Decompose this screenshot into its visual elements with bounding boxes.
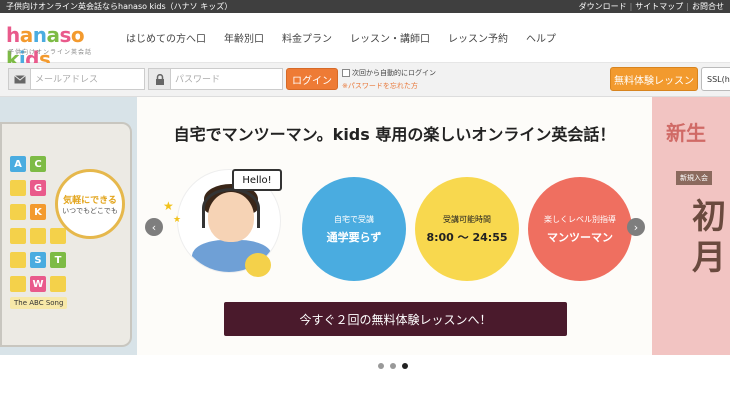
slider-next-arrow[interactable]: › bbox=[627, 218, 645, 236]
feature-circle-hours: 受講可能時間 8:00 〜 24:55 bbox=[415, 177, 519, 281]
letter-tile: G bbox=[30, 180, 46, 196]
sitemap-link[interactable]: サイトマップ bbox=[635, 0, 683, 13]
feature-caption: 楽しくレベル別指導 bbox=[544, 214, 616, 224]
feature-circle-one-on-one: 楽しくレベル別指導 マンツーマン bbox=[528, 177, 632, 281]
top-bar: 子供向けオンライン英会話ならhanaso kids（ハナソ キッズ） ダウンロー… bbox=[0, 0, 730, 13]
hero-headline: 自宅でマンツーマン。kids 専用の楽しいオンライン英会話！ bbox=[173, 125, 616, 144]
star-icon: ★ bbox=[163, 199, 174, 213]
next-slide-big-text: 初月 bbox=[692, 197, 726, 278]
feature-highlight: マンツーマン bbox=[547, 230, 613, 244]
lock-icon bbox=[149, 69, 171, 89]
site-logo[interactable]: hanaso kids 子供向けオンライン英会話 bbox=[6, 23, 114, 71]
nav-item-pricing[interactable]: 料金プラン bbox=[282, 30, 332, 45]
slider-dot-3-active[interactable] bbox=[402, 363, 408, 369]
slider-dot-1[interactable] bbox=[378, 363, 384, 369]
picture-tile bbox=[10, 204, 26, 220]
letter-tile: S bbox=[30, 252, 46, 268]
letter-tile: W bbox=[30, 276, 46, 292]
login-bar: ログイン 次回から自動的にログイン ※パスワードを忘れた方 無料体験レッスン S… bbox=[0, 63, 730, 97]
autologin-label: 次回から自動的にログイン bbox=[352, 69, 436, 77]
feature-circle-no-commute: 自宅で受講 通学要らず bbox=[302, 177, 406, 281]
email-input[interactable] bbox=[35, 71, 140, 87]
prev-slide-preview[interactable]: A C G K S T W 気軽にできる いつでもどこでも The ABC So… bbox=[0, 97, 137, 355]
picture-tile bbox=[10, 252, 26, 268]
site-tagline: 子供向けオンライン英会話ならhanaso kids（ハナソ キッズ） bbox=[6, 2, 233, 11]
nav-item-lesson-booking[interactable]: レッスン予約 bbox=[448, 30, 508, 45]
hello-speech-bubble: Hello! bbox=[232, 169, 282, 191]
tablet-illustration: A C G K S T W bbox=[0, 122, 132, 347]
current-slide: 自宅でマンツーマン。kids 専用の楽しいオンライン英会話！ Hello! ★ … bbox=[137, 97, 652, 355]
hero-slider: A C G K S T W 気軽にできる いつでもどこでも The ABC So… bbox=[0, 97, 730, 355]
forgot-password-link[interactable]: ※パスワードを忘れた方 bbox=[342, 81, 418, 91]
feature-caption: 自宅で受講 bbox=[334, 214, 374, 224]
picture-tile bbox=[30, 228, 46, 244]
slider-pagination bbox=[378, 363, 408, 369]
ssl-badge[interactable]: SSL(ht bbox=[701, 67, 730, 91]
picture-tile bbox=[10, 276, 26, 292]
autologin-checkbox[interactable] bbox=[342, 69, 350, 77]
utility-links: ダウンロード | サイトマップ | お問合せ bbox=[579, 0, 724, 13]
feature-highlight: 通学要らず bbox=[326, 230, 382, 244]
nav-item-help[interactable]: ヘルプ bbox=[526, 30, 556, 45]
password-input[interactable] bbox=[175, 71, 278, 87]
feature-caption: 受講可能時間 bbox=[443, 214, 491, 224]
main-nav: はじめての方へ口 年齢別口 料金プラン レッスン・講師口 レッスン予約 ヘルプ bbox=[126, 30, 574, 45]
password-field-wrapper bbox=[148, 68, 283, 90]
picture-tile bbox=[10, 228, 26, 244]
nav-item-by-age[interactable]: 年齢別口 bbox=[224, 30, 264, 45]
free-trial-cta-button[interactable]: 今すぐ２回の無料体験レッスンへ！ bbox=[224, 302, 567, 336]
site-header: hanaso kids 子供向けオンライン英会話 はじめての方へ口 年齢別口 料… bbox=[0, 13, 730, 71]
envelope-icon bbox=[9, 69, 31, 89]
download-link[interactable]: ダウンロード bbox=[579, 0, 627, 13]
letter-tile: A bbox=[10, 156, 26, 172]
letter-tile: K bbox=[30, 204, 46, 220]
nav-item-beginners[interactable]: はじめての方へ口 bbox=[126, 30, 206, 45]
slider-dot-2[interactable] bbox=[390, 363, 396, 369]
separator: | bbox=[686, 2, 689, 11]
separator: | bbox=[629, 2, 633, 11]
picture-tile bbox=[10, 180, 26, 196]
logo-subtitle: 子供向けオンライン英会話 bbox=[8, 49, 93, 56]
autologin-option[interactable]: 次回から自動的にログイン bbox=[342, 68, 436, 78]
chick-illustration bbox=[245, 253, 271, 277]
email-field-wrapper bbox=[8, 68, 145, 90]
letter-tile: C bbox=[30, 156, 46, 172]
next-slide-preview[interactable]: 新生 新規入会 初月 bbox=[652, 97, 730, 355]
free-trial-button[interactable]: 無料体験レッスン bbox=[610, 67, 698, 91]
nav-item-lessons-teachers[interactable]: レッスン・講師口 bbox=[350, 30, 430, 45]
letter-tile: T bbox=[50, 252, 66, 268]
bubble-sub-text: いつでもどこでも bbox=[62, 206, 118, 215]
abc-song-label: The ABC Song bbox=[10, 297, 68, 309]
headset-icon bbox=[202, 188, 260, 228]
picture-tile bbox=[50, 228, 66, 244]
picture-tile bbox=[50, 276, 66, 292]
promo-bubble: 気軽にできる いつでもどこでも bbox=[55, 169, 125, 239]
slider-prev-arrow[interactable]: ‹ bbox=[145, 218, 163, 236]
next-slide-subtitle: 新規入会 bbox=[676, 171, 712, 185]
bubble-main-text: 気軽にできる bbox=[63, 195, 117, 206]
star-icon: ★ bbox=[173, 215, 182, 225]
next-slide-title: 新生 bbox=[666, 121, 706, 145]
contact-link[interactable]: お問合せ bbox=[692, 0, 724, 13]
login-button[interactable]: ログイン bbox=[286, 68, 338, 90]
feature-highlight: 8:00 〜 24:55 bbox=[426, 230, 508, 244]
